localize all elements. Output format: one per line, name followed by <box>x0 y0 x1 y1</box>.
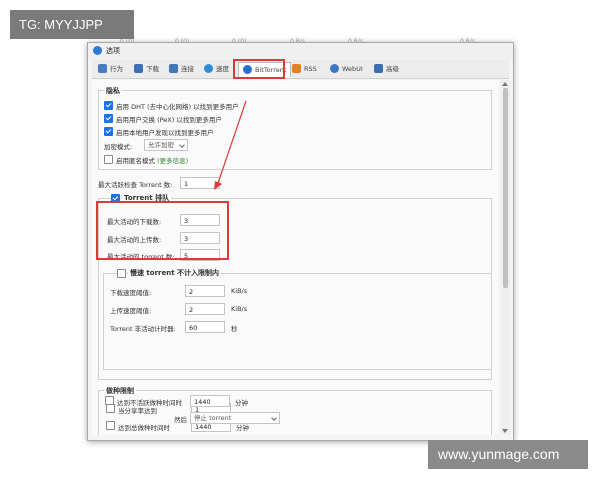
tab-label: 下载 <box>146 65 159 73</box>
tab-label: RSS <box>304 65 317 73</box>
qbittorrent-icon <box>93 46 102 55</box>
inactivity-timer-input[interactable]: 60 <box>185 321 225 333</box>
anonymous-mode-checkbox[interactable] <box>104 155 113 164</box>
seeding-time-checkbox[interactable] <box>106 421 115 430</box>
ratio-checkbox[interactable] <box>106 404 115 413</box>
ratio-label: 当分享率达到 <box>118 407 157 415</box>
max-checking-label: 最大活跃检查 Torrent 数: <box>98 181 173 189</box>
then-action-value: 停止 torrent <box>194 414 232 422</box>
download-threshold-label: 下载速度阈值: <box>110 289 152 297</box>
bittorrent-tab-highlight <box>233 59 285 79</box>
seeding-limits-legend: 做种限制 <box>104 386 136 396</box>
tab-advanced[interactable]: 高级 <box>374 62 399 76</box>
chevron-down-icon <box>179 142 185 148</box>
pex-checkbox[interactable] <box>104 114 113 123</box>
behavior-icon <box>98 64 107 73</box>
download-threshold-unit: KiB/s <box>231 287 248 295</box>
scrollbar-thumb[interactable] <box>503 88 508 288</box>
encryption-mode-label: 加密模式: <box>104 143 133 151</box>
speedometer-icon <box>204 64 213 73</box>
rss-icon <box>292 64 301 73</box>
dht-checkbox[interactable] <box>104 101 113 110</box>
slow-torrents-checkbox[interactable] <box>117 269 126 278</box>
tab-label: 行为 <box>110 65 123 73</box>
inactivity-timer-unit: 秒 <box>231 325 238 333</box>
tab-label: 速度 <box>216 65 229 73</box>
inactive-time-checkbox[interactable] <box>105 396 114 405</box>
encryption-mode-select[interactable]: 允许加密 <box>144 139 188 151</box>
lsd-label: 启用本地用户发现以找到更多用户 <box>116 129 214 137</box>
tab-bar: 行为 下载 连接 速度 BitTorrent RSS WebUI 高级 <box>92 60 509 79</box>
encryption-mode-value: 允许加密 <box>148 141 174 149</box>
slow-torrents-legend: 慢速 torrent 不计入限制内 <box>128 268 222 278</box>
tab-rss[interactable]: RSS <box>292 62 317 76</box>
watermark-top-left: TG: MYYJJPP <box>10 10 134 39</box>
then-action-select[interactable]: 停止 torrent <box>190 412 280 424</box>
tab-speed[interactable]: 速度 <box>204 62 229 76</box>
tab-label: 高级 <box>386 65 399 73</box>
title-bar[interactable]: 选项 <box>88 43 513 59</box>
tab-behavior[interactable]: 行为 <box>98 62 123 76</box>
tab-label: WebUI <box>342 65 363 73</box>
watermark-bottom-right: www.yunmage.com <box>428 440 588 469</box>
inactive-time-input[interactable]: 1440 <box>190 395 230 407</box>
chevron-down-icon <box>271 415 277 421</box>
max-checking-input[interactable]: 1 <box>180 177 220 189</box>
privacy-legend: 隐私 <box>104 86 122 96</box>
tab-downloads[interactable]: 下载 <box>134 62 159 76</box>
tab-connection[interactable]: 连接 <box>169 62 194 76</box>
wrench-icon <box>374 64 383 73</box>
queue-limits-highlight <box>96 201 229 260</box>
upload-threshold-label: 上传速度阈值: <box>110 307 152 315</box>
tab-webui[interactable]: WebUI <box>330 62 363 76</box>
globe-icon <box>330 64 339 73</box>
inactivity-timer-label: Torrent 非活动计时器: <box>110 325 176 333</box>
pex-label: 启用用户交换 (PeX) 以找到更多用户 <box>116 116 222 124</box>
tab-label: 连接 <box>181 65 194 73</box>
upload-threshold-unit: KiB/s <box>231 305 248 313</box>
slow-torrents-group <box>103 273 492 370</box>
network-icon <box>169 64 178 73</box>
vertical-scrollbar[interactable] <box>501 80 510 435</box>
scroll-up-icon[interactable] <box>502 82 508 86</box>
anonymous-mode-label: 启用匿名模式 (更多信息) <box>116 155 188 165</box>
lsd-checkbox[interactable] <box>104 127 113 136</box>
upload-threshold-input[interactable]: 2 <box>185 303 225 315</box>
window-title: 选项 <box>106 47 120 55</box>
more-info-link[interactable]: (更多信息) <box>157 157 188 165</box>
dht-label: 启用 DHT (去中心化网络) 以找到更多用户 <box>116 103 239 111</box>
scroll-down-icon[interactable] <box>502 429 508 433</box>
anonymous-mode-text: 启用匿名模式 <box>116 157 155 165</box>
seeding-time-label: 达到总做种时间时 <box>118 424 170 432</box>
download-threshold-input[interactable]: 2 <box>185 285 225 297</box>
download-icon <box>134 64 143 73</box>
